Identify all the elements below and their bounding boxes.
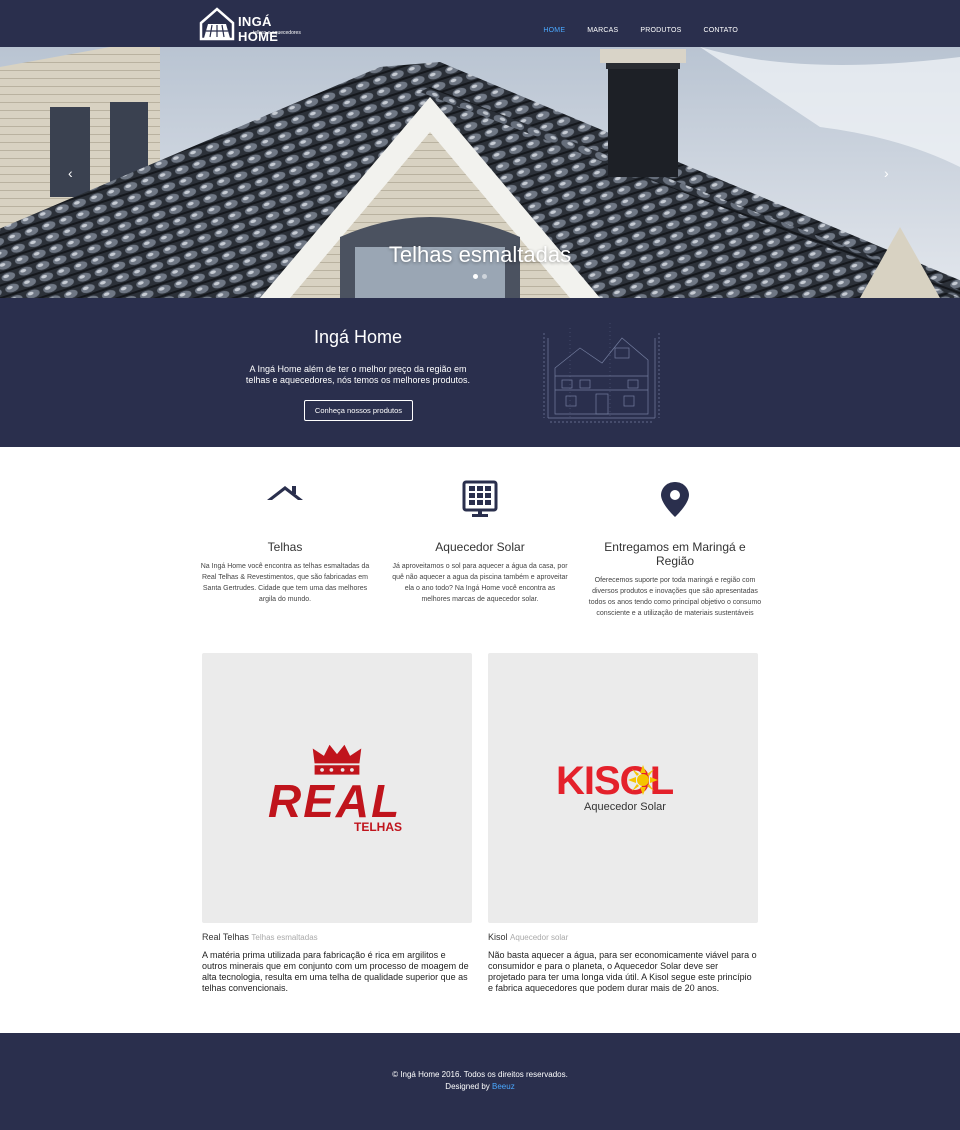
crown-icon bbox=[312, 744, 362, 775]
solar-panel-icon bbox=[462, 480, 498, 517]
carousel-next-icon[interactable]: › bbox=[884, 165, 889, 181]
brand-logo[interactable]: INGÁ HOME telhas e aquecedores bbox=[199, 7, 309, 44]
designer-link[interactable]: Beeuz bbox=[492, 1082, 515, 1091]
feature-text: Na Ingá Home você encontra as telhas esm… bbox=[200, 563, 370, 603]
products-button[interactable]: Conheça nossos produtos bbox=[304, 400, 413, 421]
footer: © Ingá Home 2016. Todos os direitos rese… bbox=[0, 1033, 960, 1130]
designed-by-label: Designed by bbox=[445, 1082, 490, 1091]
about-title: Ingá Home bbox=[313, 327, 403, 347]
brand-description: A matéria prima utilizada para fabricaçã… bbox=[202, 950, 469, 993]
hero-caption: Telhas esmaltadas bbox=[388, 242, 572, 267]
about-text: A Ingá Home além de ter o melhor preço d… bbox=[245, 364, 471, 385]
features-section: Telhas Na Ingá Home você encontra as tel… bbox=[0, 447, 960, 647]
brand-description: Não basta aquecer a água, para ser econo… bbox=[488, 950, 757, 993]
brand-card-real[interactable]: REAL TELHAS Real Telhas Telhas esmaltada… bbox=[202, 653, 472, 994]
carousel-indicators bbox=[473, 274, 487, 279]
feature-title: Telhas bbox=[267, 540, 303, 554]
brand-name[interactable]: Kisol bbox=[488, 932, 508, 942]
brand-tagline: telhas e aquecedores bbox=[253, 30, 301, 36]
nav-item-marcas[interactable]: MARCAS bbox=[587, 27, 618, 34]
hero-carousel: ‹ › Telhas esmaltadas bbox=[0, 47, 960, 298]
brand-category: Aquecedor solar bbox=[510, 933, 569, 942]
feature-entrega: Entregamos em Maringá e Região Oferecemo… bbox=[585, 480, 765, 619]
sun-icon bbox=[628, 765, 658, 795]
brand-name[interactable]: Real Telhas bbox=[202, 932, 249, 942]
about-section: Ingá Home A Ingá Home além de ter o melh… bbox=[0, 298, 960, 447]
feature-aquecedor: Aquecedor Solar Já aproveitamos o sol pa… bbox=[390, 480, 570, 605]
feature-title: Entregamos em Maringá e Região bbox=[604, 540, 746, 568]
house-blueprint-illustration bbox=[543, 323, 660, 423]
top-navbar: INGÁ HOME telhas e aquecedores HOME MARC… bbox=[0, 0, 960, 47]
nav-item-home[interactable]: HOME bbox=[543, 27, 565, 34]
map-pin-icon bbox=[661, 482, 689, 517]
kisol-logo-sub: Aquecedor Solar bbox=[584, 801, 666, 813]
main-menu: HOME MARCAS PRODUTOS CONTATO bbox=[543, 27, 738, 34]
feature-title: Aquecedor Solar bbox=[435, 540, 525, 554]
roof-icon bbox=[267, 486, 303, 500]
feature-text: Oferecemos suporte por toda maringá e re… bbox=[588, 577, 762, 617]
copyright-text: © Ingá Home 2016. Todos os direitos rese… bbox=[392, 1070, 568, 1079]
brand-name: INGÁ HOME bbox=[238, 14, 279, 44]
brand-card-kisol[interactable]: KISOL Aquecedor Solar Kisol Aquecedor so… bbox=[488, 653, 758, 994]
carousel-dot-1[interactable] bbox=[473, 274, 478, 279]
real-logo-sub: TELHAS bbox=[354, 820, 402, 834]
feature-text: Já aproveitamos o sol para aquecer a águ… bbox=[392, 563, 568, 603]
house-logo-icon bbox=[199, 7, 235, 41]
carousel-dot-2[interactable] bbox=[482, 274, 487, 279]
brand-category: Telhas esmaltadas bbox=[251, 933, 318, 942]
nav-item-contato[interactable]: CONTATO bbox=[704, 27, 738, 34]
real-telhas-logo: REAL TELHAS bbox=[202, 653, 472, 923]
feature-telhas: Telhas Na Ingá Home você encontra as tel… bbox=[195, 480, 375, 605]
nav-item-produtos[interactable]: PRODUTOS bbox=[640, 27, 681, 34]
carousel-prev-icon[interactable]: ‹ bbox=[68, 165, 73, 181]
kisol-logo: KISOL Aquecedor Solar bbox=[488, 653, 758, 923]
